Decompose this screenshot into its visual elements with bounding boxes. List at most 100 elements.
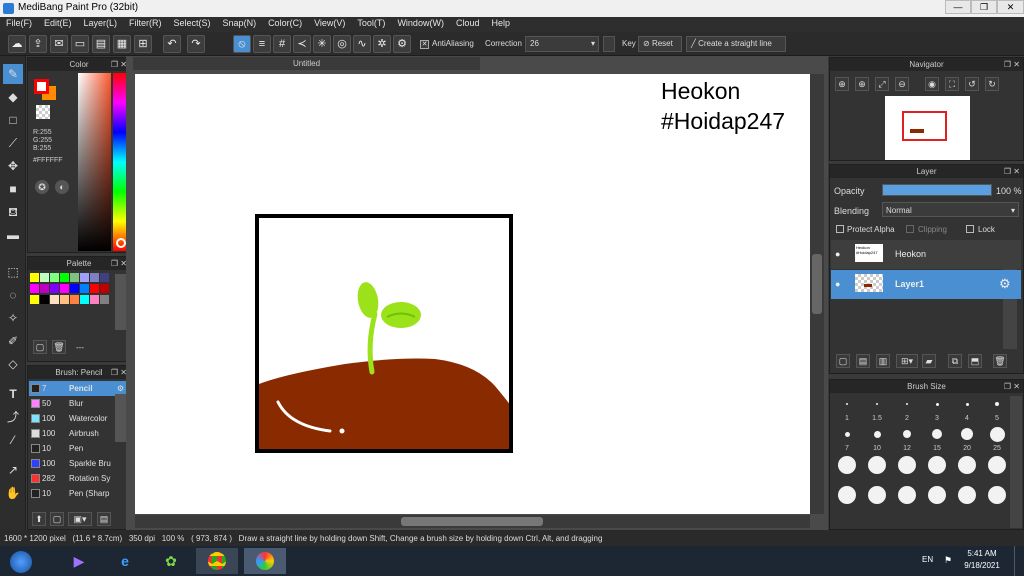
- brush-size-scrollbar[interactable]: [1010, 396, 1022, 528]
- brush-size-option[interactable]: 5: [983, 394, 1011, 422]
- menu-color[interactable]: Color(C): [262, 17, 308, 28]
- palette-swatch[interactable]: [90, 284, 99, 293]
- menu-file[interactable]: File(F): [0, 17, 38, 28]
- zoom-in-icon[interactable]: ⊕: [835, 77, 849, 91]
- brush-size-option[interactable]: 15: [923, 424, 951, 452]
- vertical-scroll-thumb[interactable]: [812, 254, 822, 314]
- palette-swatch[interactable]: [50, 273, 59, 282]
- bucket-tool-icon[interactable]: ⛾: [3, 202, 23, 222]
- actual-size-icon[interactable]: ◉: [925, 77, 939, 91]
- dropper-icon[interactable]: ↗: [3, 460, 23, 480]
- reset-button[interactable]: ⊘ Reset: [638, 36, 682, 52]
- menu-window[interactable]: Window(W): [391, 17, 450, 28]
- brush-size-option[interactable]: [893, 454, 921, 482]
- flag-icon[interactable]: ⚑: [944, 555, 952, 566]
- internet-explorer-icon[interactable]: e: [106, 548, 144, 574]
- palette-swatch[interactable]: [60, 273, 69, 282]
- menu-cloud[interactable]: Cloud: [450, 17, 486, 28]
- correction-spinner[interactable]: [603, 36, 615, 52]
- start-button[interactable]: [4, 548, 38, 574]
- palette-swatch[interactable]: [100, 284, 109, 293]
- settings-snap-icon[interactable]: ✲: [373, 35, 391, 53]
- palette-swatch[interactable]: [50, 284, 59, 293]
- menu-view[interactable]: View(V): [308, 17, 351, 28]
- palette-swatch[interactable]: [100, 295, 109, 304]
- close-icon[interactable]: ❐ ✕: [1004, 58, 1020, 71]
- brush-size-option[interactable]: [893, 484, 921, 512]
- palette-swatch[interactable]: [100, 273, 109, 282]
- menu-tool[interactable]: Tool(T): [351, 17, 391, 28]
- brush-item[interactable]: 100 Sparkle Bru: [29, 456, 126, 471]
- brush-size-option[interactable]: 1.5: [863, 394, 891, 422]
- new-palette-icon[interactable]: ▢: [33, 340, 47, 354]
- brush-size-option[interactable]: 25: [983, 424, 1011, 452]
- dot-tool-icon[interactable]: ⟋: [3, 133, 23, 153]
- brush-size-option[interactable]: 20: [953, 424, 981, 452]
- brush-size-option[interactable]: [953, 454, 981, 482]
- app-green-icon[interactable]: ✿: [152, 548, 190, 574]
- correction-select[interactable]: 26 ▾: [525, 36, 599, 52]
- duplicate-layer-icon[interactable]: ▥: [876, 354, 890, 368]
- transparent-color-swatch[interactable]: [36, 105, 50, 119]
- fit-icon[interactable]: ⤢: [875, 77, 889, 91]
- copy-layer-icon[interactable]: ⧉: [948, 354, 962, 368]
- hand-tool-icon[interactable]: ✋: [3, 483, 23, 503]
- drawing-canvas[interactable]: Heokon #Hoidap247: [135, 74, 810, 514]
- palette-swatch[interactable]: [70, 273, 79, 282]
- menu-edit[interactable]: Edit(E): [38, 17, 78, 28]
- select-pen-icon[interactable]: ✐: [3, 331, 23, 351]
- new-brush-icon[interactable]: ▢: [50, 512, 64, 526]
- gear-icon[interactable]: ⚙: [999, 276, 1011, 292]
- snap-off-icon[interactable]: ⦸: [233, 35, 251, 53]
- palette-swatch[interactable]: [40, 295, 49, 304]
- language-indicator[interactable]: EN: [922, 555, 933, 564]
- blending-select[interactable]: Normal ▾: [882, 202, 1019, 217]
- menu-help[interactable]: Help: [485, 17, 516, 28]
- horizontal-scrollbar[interactable]: [135, 515, 810, 528]
- brush-size-option[interactable]: [923, 484, 951, 512]
- eye-icon[interactable]: ●: [835, 249, 840, 259]
- layer-row-heokon[interactable]: ● Heokon #Hoidap247 Heokon: [831, 240, 1021, 269]
- hue-handle[interactable]: [116, 238, 126, 248]
- palette-swatch[interactable]: [30, 284, 39, 293]
- brush-size-option[interactable]: 10: [863, 424, 891, 452]
- chrome-icon[interactable]: [196, 548, 238, 574]
- undo-icon[interactable]: ↶: [163, 35, 181, 53]
- brush-size-option[interactable]: [983, 454, 1011, 482]
- opacity-slider[interactable]: [882, 184, 992, 196]
- brush-size-option[interactable]: 1: [833, 394, 861, 422]
- chat-icon[interactable]: ▭: [71, 35, 89, 53]
- fill-rect-tool-icon[interactable]: ■: [3, 179, 23, 199]
- magic-wand-icon[interactable]: ✧: [3, 308, 23, 328]
- protect-alpha-checkbox[interactable]: [836, 225, 844, 233]
- color-wheel-icon[interactable]: ✪: [35, 180, 49, 194]
- gradient-tool-icon[interactable]: ▬: [3, 225, 23, 245]
- select-rect-icon[interactable]: ⬚: [3, 262, 23, 282]
- menu-filter[interactable]: Filter(R): [123, 17, 168, 28]
- palette-swatch[interactable]: [80, 295, 89, 304]
- brush-size-option[interactable]: [863, 454, 891, 482]
- export-icon[interactable]: ⊞: [134, 35, 152, 53]
- vertical-scrollbar[interactable]: [810, 74, 824, 514]
- close-icon[interactable]: ❐ ✕: [1004, 380, 1020, 393]
- brush-size-option[interactable]: 12: [893, 424, 921, 452]
- palette-swatch[interactable]: [40, 273, 49, 282]
- palette-swatch[interactable]: [80, 284, 89, 293]
- primary-color-swatch[interactable]: [34, 79, 49, 94]
- comment-icon[interactable]: ✉: [50, 35, 68, 53]
- brush-item[interactable]: 10 Pen (Sharp: [29, 486, 126, 501]
- brush-size-option[interactable]: 2: [893, 394, 921, 422]
- folder-icon[interactable]: ▰: [922, 354, 936, 368]
- brush-size-option[interactable]: 7: [833, 424, 861, 452]
- delete-palette-icon[interactable]: 🗑: [52, 340, 66, 354]
- palette-swatch[interactable]: [90, 273, 99, 282]
- brush-item[interactable]: 10 Pen: [29, 441, 126, 456]
- select-eraser-icon[interactable]: ◇: [3, 354, 23, 374]
- clipping-checkbox[interactable]: [906, 225, 914, 233]
- gear-icon[interactable]: ⚙: [393, 35, 411, 53]
- brush-item[interactable]: 282 Rotation Sy: [29, 471, 126, 486]
- new-layer-alt-icon[interactable]: ▤: [856, 354, 870, 368]
- parallel-snap-icon[interactable]: ≡: [253, 35, 271, 53]
- brush-settings-icon[interactable]: ▤: [97, 512, 111, 526]
- radial-snap-icon[interactable]: ✳: [313, 35, 331, 53]
